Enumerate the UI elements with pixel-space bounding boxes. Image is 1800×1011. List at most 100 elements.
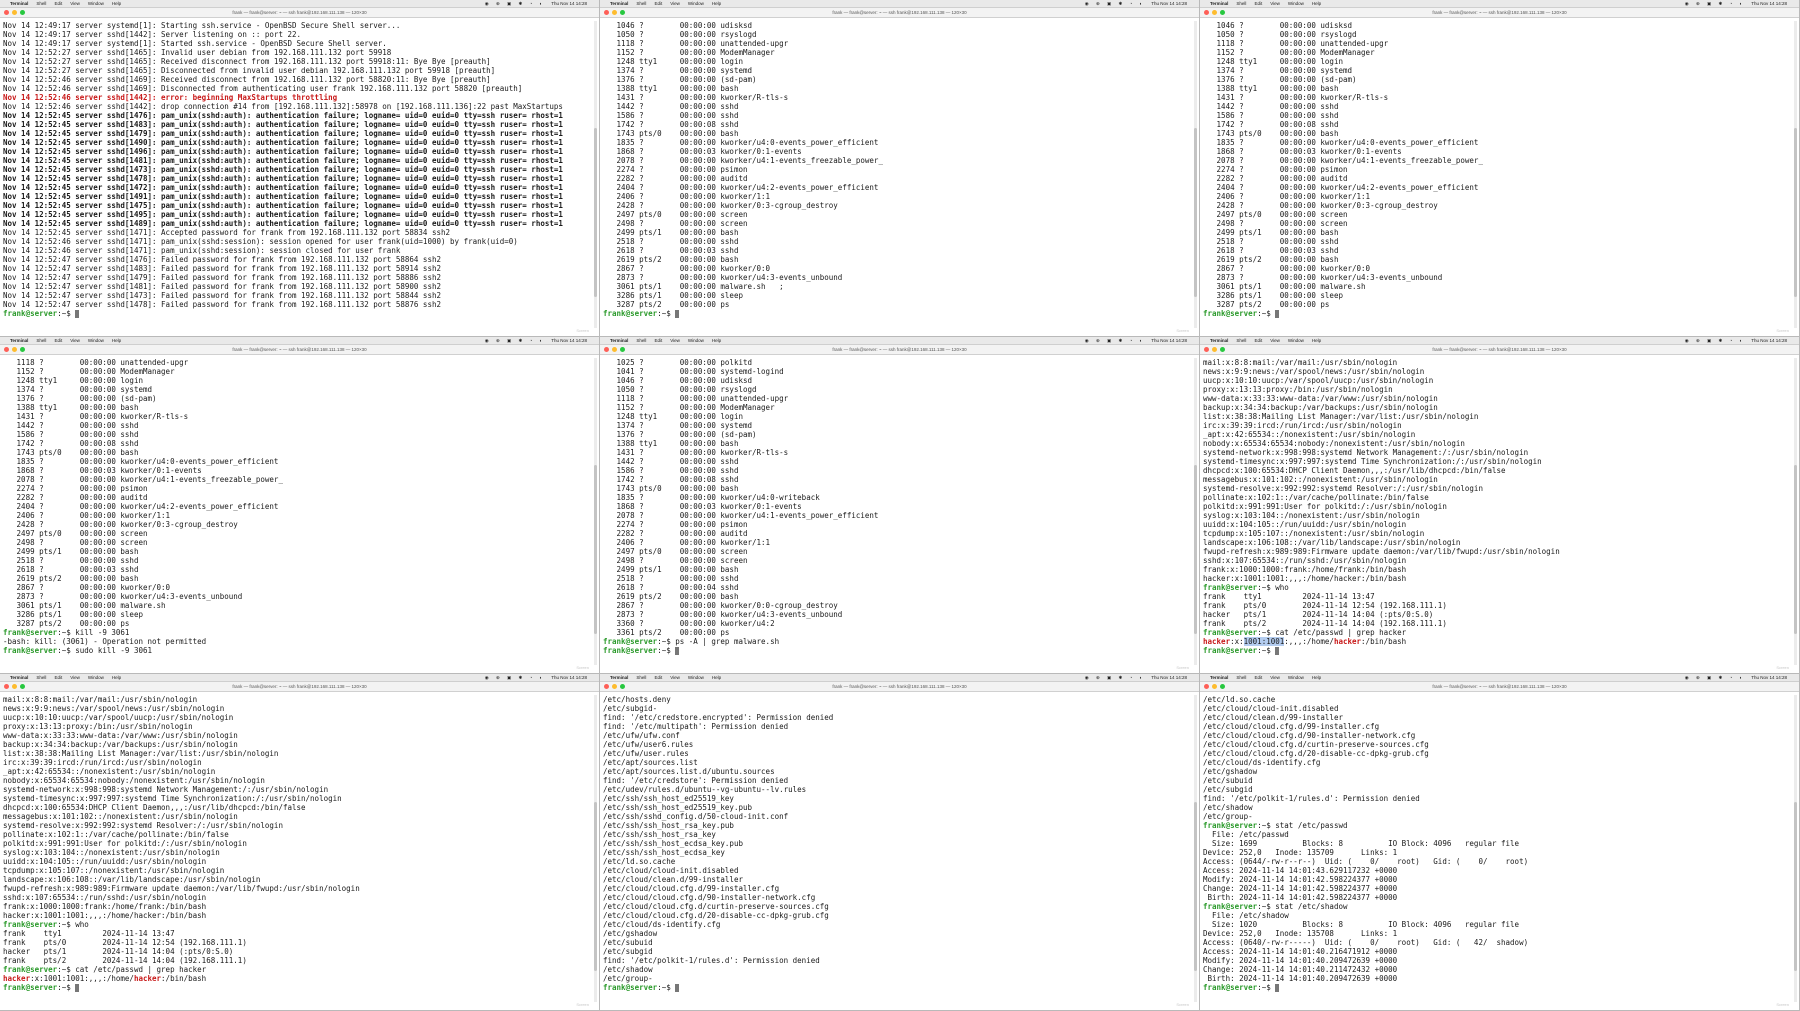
- menu-item-edit[interactable]: Edit: [654, 1, 662, 6]
- scrollbar[interactable]: [594, 21, 597, 328]
- menu-item-shell[interactable]: Shell: [36, 675, 46, 680]
- text-cursor[interactable]: [1275, 984, 1280, 992]
- status-icons[interactable]: ◉ ⊕ ▣ ✱ ◔ ◐: [1085, 675, 1145, 681]
- menu-item-view[interactable]: View: [70, 338, 80, 343]
- menu-item-window[interactable]: Window: [88, 338, 104, 343]
- menu-item-shell[interactable]: Shell: [1236, 1, 1246, 6]
- window-titlebar[interactable]: frank — frank@server: ~ — ssh frank@192.…: [1200, 345, 1799, 355]
- menu-clock[interactable]: Thu Nov 14 14:28: [1151, 338, 1187, 343]
- terminal-output[interactable]: 1025 ? 00:00:00 polkitd 1041 ? 00:00:00 …: [603, 358, 1191, 669]
- status-icons[interactable]: ◉ ⊕ ▣ ✱ ◔ ◐: [1085, 1, 1145, 7]
- window-titlebar[interactable]: frank — frank@server: ~ — ssh frank@192.…: [600, 345, 1199, 355]
- menu-item-shell[interactable]: Shell: [636, 1, 646, 6]
- scrollbar[interactable]: [1194, 358, 1197, 665]
- menu-clock[interactable]: Thu Nov 14 14:28: [1151, 1, 1187, 6]
- menu-app-name[interactable]: Terminal: [1210, 675, 1228, 680]
- menu-item-window[interactable]: Window: [88, 675, 104, 680]
- menu-app-name[interactable]: Terminal: [610, 338, 628, 343]
- terminal-output[interactable]: 1046 ? 00:00:00 udisksd 1050 ? 00:00:00 …: [1203, 21, 1791, 332]
- menu-item-edit[interactable]: Edit: [1254, 1, 1262, 6]
- menu-item-view[interactable]: View: [70, 675, 80, 680]
- scrollbar[interactable]: [1194, 21, 1197, 328]
- menu-item-view[interactable]: View: [670, 675, 680, 680]
- menu-item-edit[interactable]: Edit: [54, 338, 62, 343]
- terminal-output[interactable]: Nov 14 12:49:17 server systemd[1]: Start…: [3, 21, 591, 332]
- menu-clock[interactable]: Thu Nov 14 14:28: [551, 1, 587, 6]
- terminal-output[interactable]: /etc/ld.so.cache/etc/cloud/cloud-init.di…: [1203, 695, 1791, 1006]
- scrollbar-thumb[interactable]: [594, 128, 597, 298]
- scrollbar[interactable]: [1794, 695, 1797, 1002]
- text-selection[interactable]: 1001:1001: [1243, 637, 1285, 646]
- terminal-window[interactable]: Terminal Shell Edit View Window Help ◉ ⊕ ▣ ✱ ◔…: [600, 337, 1200, 674]
- menu-clock[interactable]: Thu Nov 14 14:28: [1751, 675, 1787, 680]
- menu-item-help[interactable]: Help: [712, 338, 721, 343]
- menu-item-window[interactable]: Window: [688, 675, 704, 680]
- menu-clock[interactable]: Thu Nov 14 14:28: [551, 675, 587, 680]
- status-icons[interactable]: ◉ ⊕ ▣ ✱ ◔ ◐: [485, 338, 545, 344]
- window-titlebar[interactable]: frank — frank@server: ~ — ssh frank@192.…: [1200, 8, 1799, 18]
- menu-item-help[interactable]: Help: [712, 675, 721, 680]
- menu-item-view[interactable]: View: [670, 338, 680, 343]
- scrollbar-thumb[interactable]: [1194, 465, 1197, 635]
- scrollbar[interactable]: [1194, 695, 1197, 1002]
- menu-item-edit[interactable]: Edit: [654, 675, 662, 680]
- menu-app-name[interactable]: Terminal: [10, 338, 28, 343]
- menu-item-shell[interactable]: Shell: [1236, 338, 1246, 343]
- menu-item-window[interactable]: Window: [1288, 675, 1304, 680]
- menu-item-window[interactable]: Window: [88, 1, 104, 6]
- menu-item-help[interactable]: Help: [112, 675, 121, 680]
- menu-item-help[interactable]: Help: [1312, 675, 1321, 680]
- menu-item-edit[interactable]: Edit: [54, 1, 62, 6]
- menu-item-view[interactable]: View: [1270, 1, 1280, 6]
- text-cursor[interactable]: [675, 984, 680, 992]
- menu-item-shell[interactable]: Shell: [636, 338, 646, 343]
- terminal-window[interactable]: Terminal Shell Edit View Window Help ◉ ⊕ ▣ ✱ ◔…: [1200, 337, 1800, 674]
- window-titlebar[interactable]: frank — frank@server: ~ — ssh frank@192.…: [1200, 682, 1799, 692]
- status-icons[interactable]: ◉ ⊕ ▣ ✱ ◔ ◐: [1085, 338, 1145, 344]
- menu-item-shell[interactable]: Shell: [36, 1, 46, 6]
- scrollbar-thumb[interactable]: [1794, 128, 1797, 298]
- menu-clock[interactable]: Thu Nov 14 14:28: [1751, 1, 1787, 6]
- text-cursor[interactable]: [75, 310, 80, 318]
- menu-clock[interactable]: Thu Nov 14 14:28: [1151, 675, 1187, 680]
- scrollbar-thumb[interactable]: [1794, 802, 1797, 972]
- menu-item-window[interactable]: Window: [688, 338, 704, 343]
- text-cursor[interactable]: [675, 647, 680, 655]
- status-icons[interactable]: ◉ ⊕ ▣ ✱ ◔ ◐: [485, 1, 545, 7]
- terminal-output[interactable]: 1118 ? 00:00:00 unattended-upgr 1152 ? 0…: [3, 358, 591, 669]
- status-icons[interactable]: ◉ ⊕ ▣ ✱ ◔ ◐: [1685, 1, 1745, 7]
- menu-item-help[interactable]: Help: [1312, 1, 1321, 6]
- scrollbar[interactable]: [1794, 21, 1797, 328]
- terminal-output[interactable]: mail:x:8:8:mail:/var/mail:/usr/sbin/nolo…: [1203, 358, 1791, 669]
- menu-app-name[interactable]: Terminal: [610, 675, 628, 680]
- menu-item-edit[interactable]: Edit: [54, 675, 62, 680]
- menu-item-view[interactable]: View: [1270, 675, 1280, 680]
- menu-item-edit[interactable]: Edit: [654, 338, 662, 343]
- scrollbar-thumb[interactable]: [594, 465, 597, 635]
- terminal-output[interactable]: 1046 ? 00:00:00 udisksd 1050 ? 00:00:00 …: [603, 21, 1191, 332]
- menu-item-window[interactable]: Window: [688, 1, 704, 6]
- terminal-window[interactable]: Terminal Shell Edit View Window Help ◉ ⊕ ▣ ✱ ◔…: [0, 337, 600, 674]
- menu-item-shell[interactable]: Shell: [636, 675, 646, 680]
- status-icons[interactable]: ◉ ⊕ ▣ ✱ ◔ ◐: [485, 675, 545, 681]
- menu-app-name[interactable]: Terminal: [1210, 1, 1228, 6]
- scrollbar[interactable]: [594, 695, 597, 1002]
- menu-item-view[interactable]: View: [70, 1, 80, 6]
- scrollbar-thumb[interactable]: [1194, 802, 1197, 972]
- scrollbar[interactable]: [1794, 358, 1797, 665]
- window-titlebar[interactable]: frank — frank@server: ~ — ssh frank@192.…: [0, 682, 599, 692]
- scrollbar-thumb[interactable]: [594, 802, 597, 972]
- terminal-output[interactable]: mail:x:8:8:mail:/var/mail:/usr/sbin/nolo…: [3, 695, 591, 1006]
- terminal-window[interactable]: Terminal Shell Edit View Window Help ◉ ⊕ ▣ ✱ ◔…: [1200, 674, 1800, 1011]
- menu-clock[interactable]: Thu Nov 14 14:28: [1751, 338, 1787, 343]
- terminal-window[interactable]: Terminal Shell Edit View Window Help ◉ ⊕ ▣ ✱ ◔…: [1200, 0, 1800, 337]
- menu-app-name[interactable]: Terminal: [10, 675, 28, 680]
- menu-item-help[interactable]: Help: [112, 1, 121, 6]
- menu-item-help[interactable]: Help: [712, 1, 721, 6]
- menu-clock[interactable]: Thu Nov 14 14:28: [551, 338, 587, 343]
- menu-item-shell[interactable]: Shell: [36, 338, 46, 343]
- menu-app-name[interactable]: Terminal: [1210, 338, 1228, 343]
- scrollbar-thumb[interactable]: [1794, 465, 1797, 635]
- text-cursor[interactable]: [75, 984, 80, 992]
- scrollbar[interactable]: [594, 358, 597, 665]
